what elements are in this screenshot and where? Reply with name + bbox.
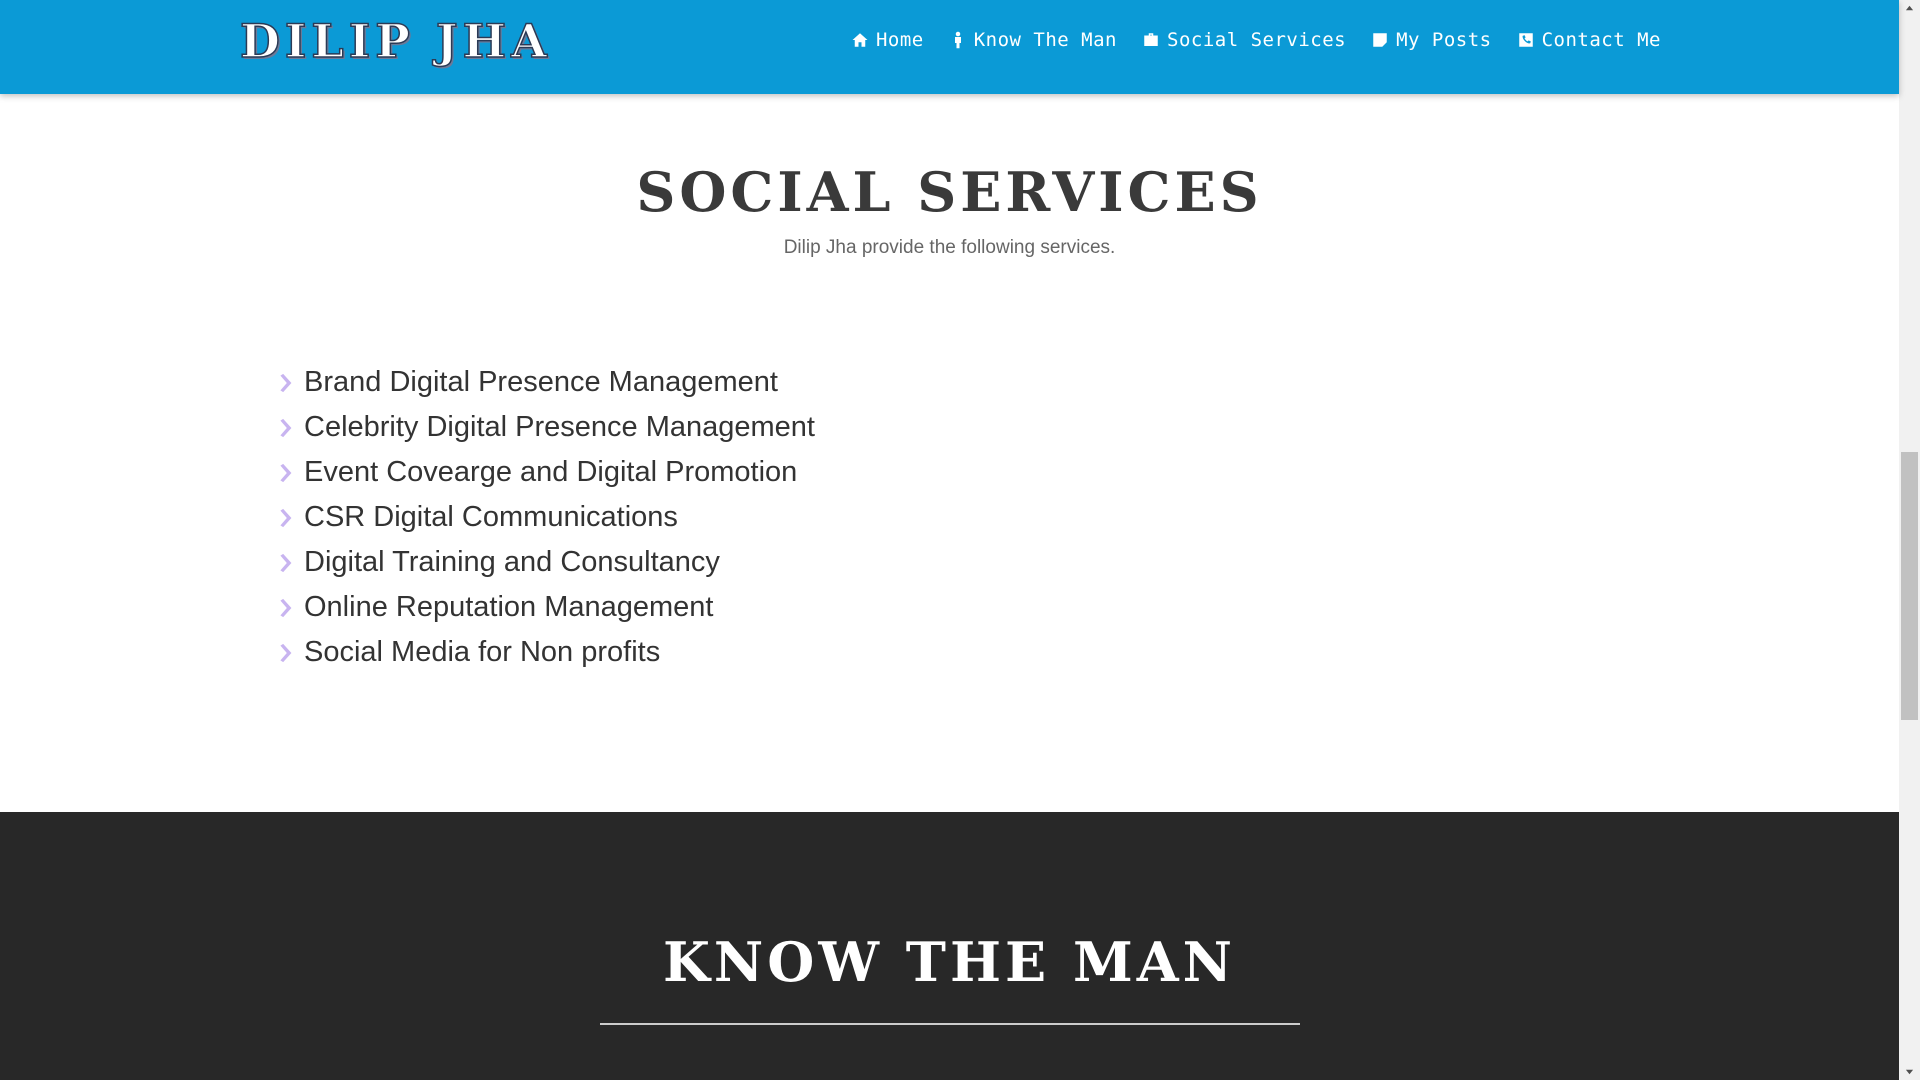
know-the-man-title: KNOW THE MAN xyxy=(663,930,1236,994)
brand-logo[interactable]: DILIP JHA xyxy=(239,13,552,69)
nav-my-posts[interactable]: My Posts xyxy=(1370,29,1492,51)
service-label: Celebrity Digital Presence Management xyxy=(304,411,815,443)
chevron-right-icon xyxy=(274,552,296,574)
nav-social-services[interactable]: Social Services xyxy=(1141,29,1346,51)
top-navbar: DILIP JHA Home Know The Man Social Servi… xyxy=(0,0,1899,94)
service-label: CSR Digital Communications xyxy=(304,501,678,533)
service-label: Digital Training and Consultancy xyxy=(304,546,720,578)
nav-know-the-man[interactable]: Know The Man xyxy=(948,29,1117,51)
chevron-right-icon xyxy=(274,642,296,664)
chevron-right-icon xyxy=(274,462,296,484)
nav-home[interactable]: Home xyxy=(850,29,924,51)
title-divider xyxy=(600,1023,1300,1025)
list-item: Social Media for Non profits xyxy=(274,630,815,675)
list-item: Celebrity Digital Presence Management xyxy=(274,405,815,450)
nav-my-posts-label: My Posts xyxy=(1396,29,1492,51)
note-icon xyxy=(1370,30,1390,50)
main-nav: Home Know The Man Social Services My Pos… xyxy=(850,29,1661,51)
person-icon xyxy=(948,30,968,50)
nav-contact-me-label: Contact Me xyxy=(1541,29,1661,51)
nav-social-services-label: Social Services xyxy=(1167,29,1347,51)
list-item: Online Reputation Management xyxy=(274,585,815,630)
phone-icon xyxy=(1516,30,1536,50)
chevron-right-icon xyxy=(274,507,296,529)
chevron-right-icon xyxy=(274,597,296,619)
briefcase-icon xyxy=(1141,30,1161,50)
chevron-right-icon xyxy=(274,417,296,439)
scroll-up-arrow-icon[interactable] xyxy=(1899,0,1920,17)
know-the-man-section: KNOW THE MAN xyxy=(0,812,1899,1080)
scroll-down-arrow-icon[interactable] xyxy=(1899,1063,1920,1080)
list-item: Brand Digital Presence Management xyxy=(274,360,815,405)
service-label: Event Covearge and Digital Promotion xyxy=(304,456,798,488)
page-scrollbar[interactable] xyxy=(1899,0,1920,1080)
service-label: Brand Digital Presence Management xyxy=(304,366,778,398)
service-label: Online Reputation Management xyxy=(304,591,714,623)
nav-know-the-man-label: Know The Man xyxy=(973,29,1117,51)
home-icon xyxy=(850,30,870,50)
nav-contact-me[interactable]: Contact Me xyxy=(1516,29,1661,51)
service-label: Social Media for Non profits xyxy=(304,636,661,668)
list-item: CSR Digital Communications xyxy=(274,495,815,540)
section-title: SOCIAL SERVICES xyxy=(636,160,1263,224)
list-item: Digital Training and Consultancy xyxy=(274,540,815,585)
list-item: Event Covearge and Digital Promotion xyxy=(274,450,815,495)
nav-home-label: Home xyxy=(875,29,924,51)
section-subtitle: Dilip Jha provide the following services… xyxy=(783,237,1116,258)
scrollbar-thumb[interactable] xyxy=(1901,452,1918,720)
chevron-right-icon xyxy=(274,372,296,394)
services-list: Brand Digital Presence Management Celebr… xyxy=(274,360,815,675)
